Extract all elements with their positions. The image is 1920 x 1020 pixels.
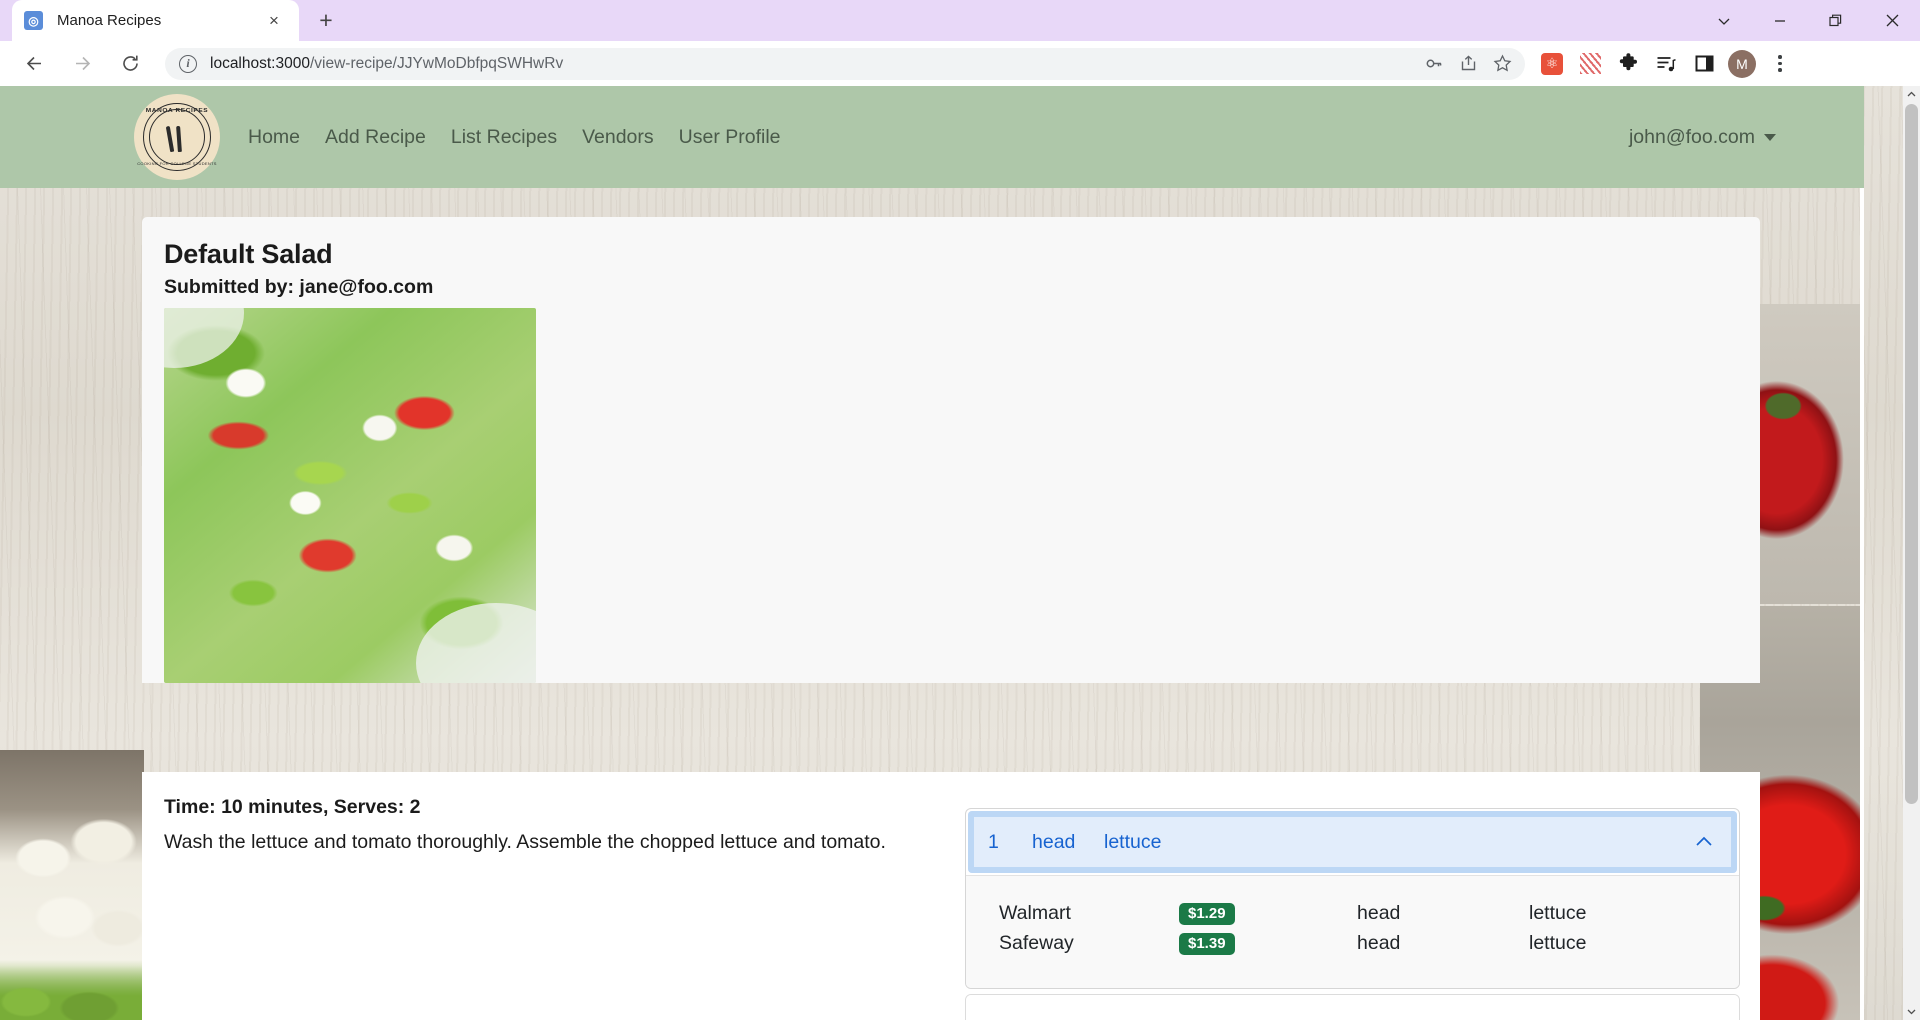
plate-highlight-top — [164, 308, 244, 368]
logo-subtext: COOKING FOR COLLEGE STUDENTS — [137, 161, 217, 166]
restore-icon[interactable] — [1808, 0, 1864, 41]
page-viewport: MANOA RECIPES COOKING FOR COLLEGE STUDEN… — [0, 86, 1920, 1020]
new-tab-button[interactable]: + — [309, 3, 343, 37]
page-scrollbar[interactable] — [1903, 86, 1920, 1020]
address-bar-url: localhost:3000/view-recipe/JJYwMoDbfpqSW… — [210, 55, 563, 73]
recipe-submitted-by: Submitted by: jane@foo.com — [164, 276, 434, 298]
extension-icons: ⚛ M — [1533, 47, 1797, 81]
forward-arrow-icon[interactable] — [63, 45, 101, 83]
scroll-down-icon[interactable] — [1903, 1003, 1920, 1020]
nav-link-vendors[interactable]: Vendors — [582, 126, 654, 149]
stripes-extension-icon[interactable] — [1573, 47, 1607, 81]
status-badge: $1.29 — [1179, 903, 1235, 925]
nav-link-home[interactable]: Home — [248, 126, 300, 149]
chevron-down-icon — [1764, 133, 1776, 141]
accordion-item-lettuce: 1 head lettuce Walmart $1.29 head lettuc… — [965, 808, 1740, 989]
tab-close-icon[interactable]: × — [261, 8, 287, 34]
bookmark-star-icon[interactable] — [1487, 49, 1517, 79]
plate-highlight-bottom — [416, 603, 536, 683]
recipe-card: Default Salad Submitted by: jane@foo.com — [142, 217, 1760, 683]
vendor-unit: head — [1357, 901, 1401, 924]
vendor-price-cell: $1.29 — [1179, 901, 1357, 925]
close-icon[interactable] — [1864, 0, 1920, 41]
table-row: Walmart $1.29 head lettuce — [966, 898, 1739, 928]
ingredient-unit: head — [1032, 830, 1076, 853]
address-bar[interactable]: i localhost:3000/view-recipe/JJYwMoDbfpq… — [165, 47, 1525, 80]
browser-window: ◎ Manoa Recipes × + i localhost:3000/vie… — [0, 0, 1920, 1020]
browser-toolbar: i localhost:3000/view-recipe/JJYwMoDbfpq… — [0, 41, 1920, 86]
table-row: Safeway $1.39 head lettuce — [966, 928, 1739, 958]
vendor-price-cell: $1.39 — [1179, 931, 1357, 955]
browser-tab[interactable]: ◎ Manoa Recipes × — [12, 0, 299, 41]
avatar-initial: M — [1728, 49, 1756, 78]
ingredient-name: tomato — [1102, 1017, 1693, 1020]
user-email-label: john@foo.com — [1628, 125, 1755, 148]
accordion-body-lettuce: Walmart $1.29 head lettuce Safeway $1.39… — [966, 875, 1739, 988]
react-devtools-icon[interactable]: ⚛ — [1535, 47, 1569, 81]
ingredient-quantity: 2 — [986, 1017, 1030, 1020]
nav-link-list-recipes[interactable]: List Recipes — [451, 126, 557, 149]
window-controls — [1696, 0, 1920, 41]
chevron-down-icon[interactable] — [1696, 0, 1752, 41]
password-key-icon[interactable] — [1419, 49, 1449, 79]
accordion-header-lettuce[interactable]: 1 head lettuce — [968, 811, 1737, 873]
back-arrow-icon[interactable] — [15, 45, 53, 83]
vendor-name: Walmart — [999, 901, 1071, 924]
ingredient-accordion: 1 head lettuce Walmart $1.29 head lettuc… — [965, 808, 1740, 1020]
recipe-time-serves: Time: 10 minutes, Serves: 2 — [164, 796, 421, 818]
logo-text: MANOA RECIPES — [145, 107, 209, 114]
vendor-name: Safeway — [999, 931, 1074, 954]
vendor-ingredient: lettuce — [1529, 901, 1587, 924]
share-icon[interactable] — [1453, 49, 1483, 79]
browser-titlebar: ◎ Manoa Recipes × + — [0, 0, 1920, 41]
url-path: /view-recipe/JJYwMoDbfpqSWHwRv — [309, 54, 564, 72]
reading-list-icon[interactable] — [1649, 47, 1683, 81]
background-right-edge — [1860, 86, 1864, 1020]
kebab-menu-icon[interactable] — [1763, 47, 1797, 81]
site-info-icon[interactable]: i — [179, 54, 197, 73]
recipe-instructions: Wash the lettuce and tomato thoroughly. … — [164, 831, 886, 853]
vendor-ingredient: lettuce — [1529, 931, 1587, 954]
brand-logo-icon[interactable]: MANOA RECIPES COOKING FOR COLLEGE STUDEN… — [134, 94, 220, 180]
scrollbar-thumb[interactable] — [1905, 104, 1918, 804]
user-menu-dropdown[interactable]: john@foo.com — [1629, 126, 1776, 149]
profile-avatar[interactable]: M — [1725, 47, 1759, 81]
site-navbar: MANOA RECIPES COOKING FOR COLLEGE STUDEN… — [0, 86, 1864, 188]
puzzle-extensions-icon[interactable] — [1611, 47, 1645, 81]
chevron-up-icon[interactable] — [1691, 829, 1717, 855]
omnibox-actions — [1417, 48, 1519, 80]
tab-favicon-icon: ◎ — [24, 11, 43, 30]
side-panel-icon[interactable] — [1687, 47, 1721, 81]
reload-icon[interactable] — [111, 45, 149, 83]
background-cauliflower-image — [0, 750, 144, 1020]
nav-link-user-profile[interactable]: User Profile — [679, 126, 781, 149]
status-badge: $1.39 — [1179, 933, 1235, 955]
scroll-up-icon[interactable] — [1903, 86, 1920, 103]
tab-title: Manoa Recipes — [57, 12, 162, 29]
ingredient-quantity: 1 — [988, 830, 999, 853]
logo-utensils-icon — [164, 122, 190, 153]
minimize-icon[interactable] — [1752, 0, 1808, 41]
recipe-image — [164, 308, 536, 683]
accordion-item-tomato: 2 whole tomato — [965, 994, 1740, 1020]
page-title: Default Salad — [164, 239, 333, 269]
ingredient-unit: whole — [1030, 1017, 1102, 1020]
nav-link-add-recipe[interactable]: Add Recipe — [325, 126, 426, 149]
recipe-meta-wrap: Time: 10 minutes, Serves: 2 Wash the let… — [142, 772, 1062, 855]
accordion-header-tomato[interactable]: 2 whole tomato — [966, 995, 1739, 1020]
chevron-down-icon[interactable] — [1693, 1015, 1719, 1020]
vendor-unit: head — [1357, 931, 1401, 954]
navbar-links: Home Add Recipe List Recipes Vendors Use… — [248, 126, 806, 149]
ingredient-name: lettuce — [1104, 830, 1162, 853]
url-host: localhost:3000 — [210, 54, 310, 72]
